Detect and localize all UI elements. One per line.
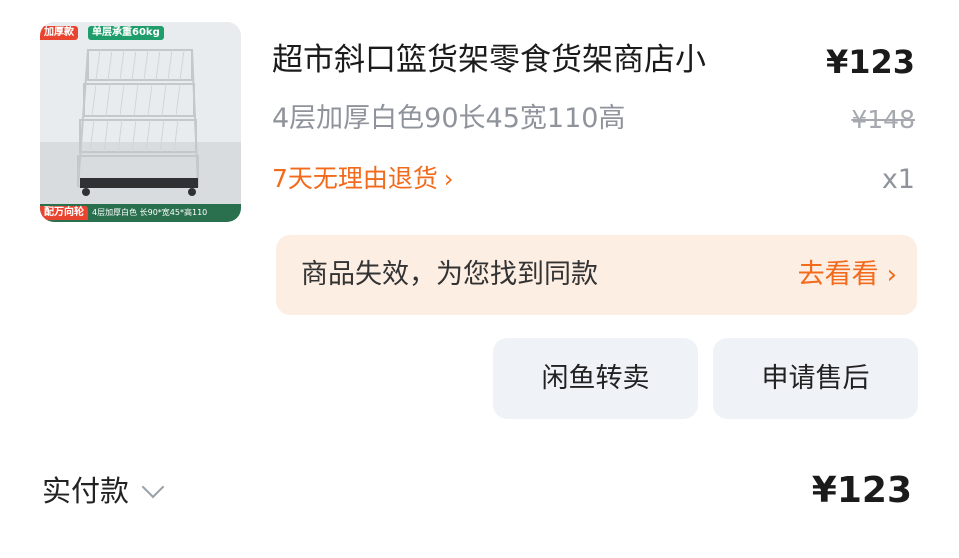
product-price: ¥123	[825, 43, 915, 81]
product-title[interactable]: 超市斜口篮货架零食货架商店小	[272, 38, 792, 82]
image-spec-caption: 4层加厚白色 长90*宽45*高110	[92, 208, 208, 217]
chevron-right-icon: ›	[443, 165, 454, 193]
wire-shelf-illustration	[40, 22, 241, 222]
order-item-card: 加厚款 单层承重60kg 配万向轮 4层加厚白色 长90*宽45*高110 超市…	[0, 0, 959, 558]
view-similar-label: 去看看	[797, 259, 879, 290]
paid-amount-toggle[interactable]: 实付款	[42, 470, 165, 512]
chevron-down-icon	[141, 475, 165, 499]
paid-amount-value: ¥123	[811, 470, 912, 511]
view-similar-link[interactable]: 去看看 ›	[798, 254, 897, 296]
chevron-right-icon: ›	[886, 260, 897, 290]
return-policy-label: 7天无理由退货	[272, 164, 438, 193]
product-image[interactable]: 加厚款 单层承重60kg 配万向轮 4层加厚白色 长90*宽45*高110	[40, 22, 241, 222]
original-price: ¥148	[851, 105, 915, 134]
paid-amount-label: 实付款	[42, 474, 130, 508]
return-policy-link[interactable]: 7天无理由退货 ›	[272, 159, 454, 199]
product-spec: 4层加厚白色90长45宽110高	[272, 103, 626, 134]
banner-message: 商品失效，为您找到同款	[301, 259, 598, 290]
after-sales-button[interactable]: 申请售后	[713, 338, 918, 419]
quantity: x1	[881, 164, 915, 195]
image-tag-thick: 加厚款	[40, 26, 78, 40]
image-tag-wheel: 配万向轮	[40, 206, 88, 220]
image-tag-load: 单层承重60kg	[88, 26, 164, 40]
resell-button[interactable]: 闲鱼转卖	[493, 338, 698, 419]
find-similar-banner[interactable]: 商品失效，为您找到同款 去看看 ›	[276, 235, 917, 315]
